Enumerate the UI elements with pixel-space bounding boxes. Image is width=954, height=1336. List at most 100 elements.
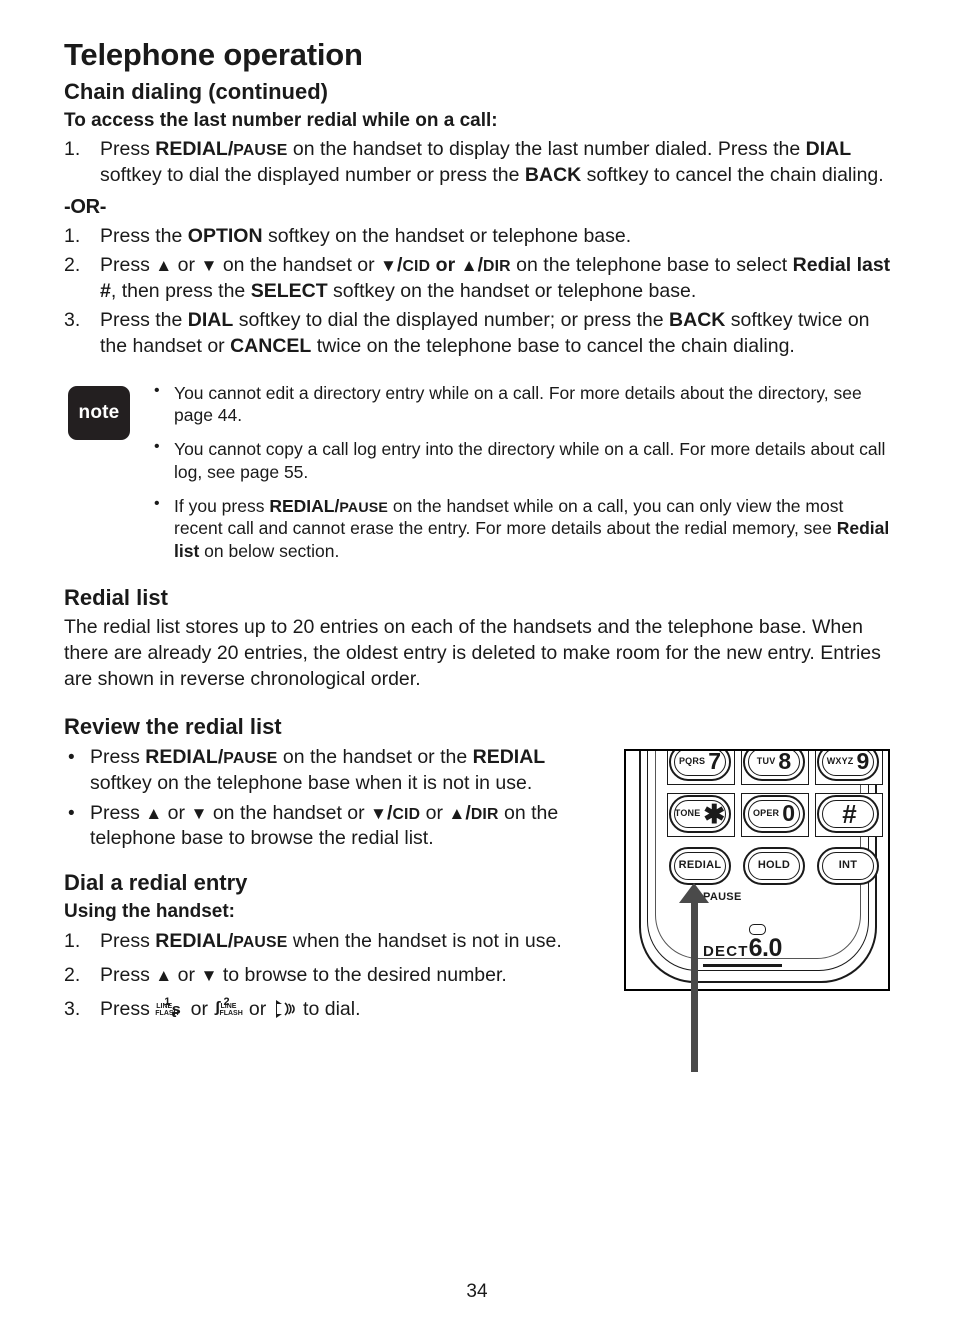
emphasis-text: REDIAL/ <box>269 495 340 516</box>
nav-arrow-icon: ▼ <box>380 254 398 275</box>
nav-arrow-icon: ▲ <box>448 802 466 823</box>
list-item: • If you press REDIAL/PAUSE on the hands… <box>152 495 892 563</box>
step-number: 3. <box>64 308 81 331</box>
emphasis-text: REDIAL <box>472 745 546 768</box>
key-hash[interactable]: # <box>817 794 879 833</box>
nav-arrow-icon: ▲ <box>460 254 478 275</box>
key-slot: PQRS 7 <box>667 748 735 785</box>
list-item: 2. Press ▲ or ▼ on the handset or ▼/CID … <box>64 253 892 305</box>
dial-section-heading: Dial a redial entry <box>64 870 248 896</box>
smallcaps-text: PAUSE <box>233 934 288 952</box>
step-number: 2. <box>64 253 81 276</box>
dect-brand-mark: DECT 6.0 <box>703 934 782 967</box>
nav-arrow-icon: ▼ <box>190 802 208 823</box>
smallcaps-text: CID <box>392 805 421 823</box>
key-digit: 7 <box>708 748 722 775</box>
key-redial-pause[interactable]: REDIAL <box>669 846 731 885</box>
review-section-heading: Review the redial list <box>64 714 282 740</box>
emphasis-text: or <box>435 253 456 276</box>
step-text: Press REDIAL/PAUSE when the handset is n… <box>100 930 562 952</box>
emphasis-text: REDIAL/ <box>145 745 224 768</box>
key-letters: PQRS <box>678 756 706 767</box>
key-slot: OPER 0 <box>741 791 809 837</box>
step-text: Press 1 ʂ LINE FLASH or 2 ʃ LINE FLASH or to d… <box>100 996 361 1021</box>
key-9[interactable]: WXYZ 9 <box>817 750 879 781</box>
bullet-marker: • <box>154 438 160 456</box>
left-column: Review the redial list • Press REDIAL/PA… <box>64 714 594 1023</box>
lower-content: Redial list The redial list stores up to… <box>64 584 892 1072</box>
emphasis-text: BACK <box>669 308 726 331</box>
dial-steps-list: 1. Press REDIAL/PAUSE when the handset i… <box>64 929 594 1023</box>
smallcaps-text: PAUSE <box>339 499 389 516</box>
step-number: 1. <box>64 930 81 953</box>
key-8[interactable]: TUV 8 <box>743 750 805 781</box>
emphasis-text: OPTION <box>187 225 263 248</box>
plain-text: You cannot edit a directory entry while … <box>174 382 862 426</box>
key-letters: TUV <box>756 756 776 767</box>
step-text: Press the OPTION softkey on the handset … <box>100 225 631 247</box>
review-bullets-list: • Press REDIAL/PAUSE on the handset or t… <box>64 745 594 853</box>
plain-text: or <box>162 801 191 824</box>
note-text: You cannot copy a call log entry into th… <box>174 439 885 482</box>
plain-text: when the handset is not in use. <box>287 930 562 953</box>
redial-list-paragraph: The redial list stores up to 20 entries … <box>64 616 881 690</box>
illustration-frame: PQRS 7 TUV 8 WXYZ 9 TONE ✱ OPER 0 # REDI… <box>624 748 890 991</box>
callout-arrow-line <box>691 896 698 1072</box>
plain-text: on the handset to display the last numbe… <box>287 138 806 161</box>
bullet-marker: • <box>154 381 160 399</box>
plain-text: softkey to cancel the chain dialing. <box>581 164 884 187</box>
step-number: 2. <box>64 964 81 987</box>
list-item: 1. Press REDIAL/PAUSE when the handset i… <box>64 929 594 955</box>
nav-arrow-icon: ▲ <box>145 802 163 823</box>
plain-text: softkey to dial the displayed number; or… <box>233 308 670 331</box>
line1-flash-icon: 1 ʂ LINE FLASH <box>155 996 182 1019</box>
key-star-tone[interactable]: TONE ✱ <box>669 794 731 833</box>
manual-page: Telephone operation Chain dialing (conti… <box>0 0 954 1336</box>
plain-text: , then press the <box>110 279 251 302</box>
plain-text: on the telephone base to select <box>510 253 793 276</box>
step-number: 1. <box>64 225 81 248</box>
or-separator: -OR- <box>64 196 107 219</box>
key-label: HOLD <box>757 859 791 872</box>
step-text: Press ▲ or ▼ on the handset or ▼/CID or … <box>100 254 890 302</box>
note-callout: note • You cannot edit a directory entry… <box>68 382 892 563</box>
dect-prefix: DECT <box>703 942 749 960</box>
key-slot: WXYZ 9 <box>815 750 883 785</box>
plain-text: or <box>172 253 201 276</box>
plain-text: Press the <box>100 225 188 248</box>
redial-list-heading: Redial list <box>64 584 168 610</box>
key-digit: 0 <box>782 800 796 827</box>
key-hold[interactable]: HOLD <box>743 846 805 885</box>
emphasis-text: SELECT <box>250 279 328 302</box>
section-title: Chain dialing (continued) <box>64 79 328 105</box>
key-slot: # <box>815 791 883 837</box>
nav-arrow-icon: ▲ <box>155 965 173 986</box>
emphasis-text: REDIAL/ <box>155 930 234 953</box>
line2-flash-icon: 2 ʃ LINE FLASH <box>215 996 243 1018</box>
keypad-row-star-0-hash: TONE ✱ OPER 0 # <box>667 791 883 837</box>
plain-text: on the handset or <box>207 801 371 824</box>
plain-text: Press <box>100 964 156 987</box>
key-7[interactable]: PQRS 7 <box>669 748 731 781</box>
key-int[interactable]: INT <box>817 846 879 885</box>
key-letters: OPER <box>752 808 780 819</box>
bullet-marker: • <box>68 746 75 768</box>
keypad-row-7-8-9: PQRS 7 TUV 8 WXYZ 9 <box>667 748 883 785</box>
plain-text: to browse to the desired number. <box>217 964 507 987</box>
plain-text: Press <box>100 138 156 161</box>
keypad: PQRS 7 TUV 8 WXYZ 9 TONE ✱ OPER 0 # REDI… <box>667 748 883 903</box>
step-text: Press ▲ or ▼ to browse to the desired nu… <box>100 964 507 986</box>
plain-text: or <box>172 964 201 987</box>
telephone-base-illustration: PQRS 7 TUV 8 WXYZ 9 TONE ✱ OPER 0 # REDI… <box>624 748 890 1072</box>
emphasis-text: REDIAL/ <box>155 138 234 161</box>
plain-text: or <box>185 998 214 1021</box>
emphasis-text: DIAL <box>187 308 234 331</box>
list-item: 2. Press ▲ or ▼ to browse to the desired… <box>64 963 594 989</box>
plain-text: on below section. <box>199 541 340 562</box>
smallcaps-text: CID <box>402 257 431 275</box>
chapter-title: Telephone operation <box>64 37 363 72</box>
plain-text: or <box>243 998 272 1021</box>
key-label: REDIAL <box>678 859 722 872</box>
plain-text: softkey on the handset or telephone base… <box>327 279 697 302</box>
key-0-oper[interactable]: OPER 0 <box>743 794 805 833</box>
